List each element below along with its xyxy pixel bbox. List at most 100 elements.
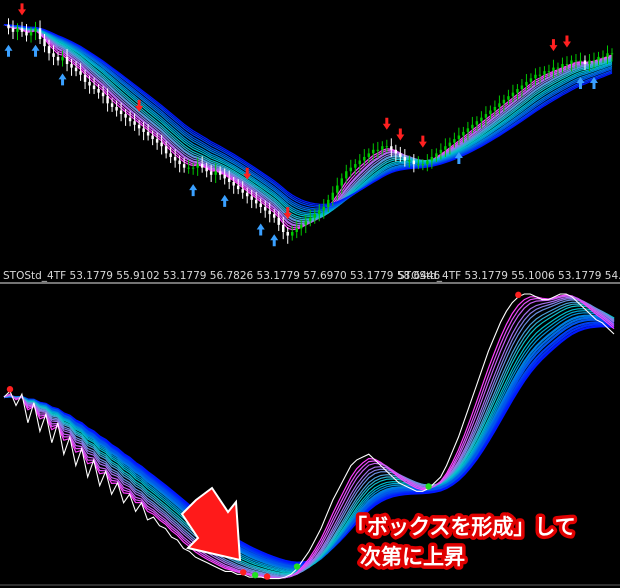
candle-body	[322, 206, 325, 211]
red-arrow-icon	[180, 486, 242, 562]
candle-body	[358, 160, 362, 165]
candle-body	[133, 121, 136, 125]
candle-body	[232, 181, 235, 186]
candle-body	[376, 149, 380, 151]
candle-body	[435, 153, 438, 157]
candle-body	[309, 217, 312, 222]
candle-body	[187, 167, 190, 169]
indicator-label-right: STOStd_4TF 53.1779 55.1006 53.1779 54.38…	[398, 270, 620, 282]
candle-body	[11, 28, 15, 32]
candle-body	[516, 89, 519, 93]
candle-body	[543, 71, 546, 75]
ma-ribbon-line	[3, 24, 613, 223]
candle-body	[552, 67, 555, 72]
candle-body	[209, 171, 213, 175]
candle-body	[291, 232, 294, 236]
ma-ribbon-line	[3, 24, 613, 226]
candle-body	[146, 131, 150, 136]
candle-body	[196, 164, 199, 168]
candle-body	[119, 110, 123, 115]
candle-body	[534, 74, 537, 79]
candle-body	[556, 67, 560, 69]
candle-body	[182, 164, 186, 168]
candle-body	[20, 28, 24, 32]
candle-body	[313, 214, 316, 218]
candle-body	[169, 153, 172, 157]
candle-body	[507, 96, 510, 100]
candle-body	[574, 60, 578, 62]
candle-body	[439, 149, 443, 154]
sell-arrow-icon	[396, 128, 405, 141]
candle-body	[29, 31, 33, 36]
buy-arrow-icon	[270, 234, 279, 247]
candle-body	[520, 85, 524, 90]
sell-arrow-icon	[382, 117, 391, 130]
ma-ribbon-line	[3, 24, 613, 213]
price-panel	[3, 3, 614, 247]
candle-body	[327, 199, 330, 207]
candle-body	[92, 85, 96, 90]
candle-body	[304, 221, 307, 225]
candle-body	[115, 106, 118, 111]
candle-body	[331, 192, 334, 200]
candle-body	[408, 160, 411, 162]
ma-ribbon-line	[3, 24, 613, 222]
candle-body	[525, 81, 528, 86]
candle-body	[588, 60, 591, 65]
candle-body	[137, 124, 141, 129]
candle-body	[583, 60, 587, 65]
candle-body	[381, 146, 384, 150]
candle-body	[259, 203, 262, 207]
candle-body	[475, 121, 479, 125]
buy-arrow-icon	[31, 44, 40, 57]
candle-body	[277, 217, 280, 225]
candle-body	[106, 96, 109, 104]
candle-body	[245, 192, 249, 197]
candle-body	[97, 89, 100, 93]
candle-body	[367, 153, 371, 157]
candle-body	[223, 174, 226, 179]
candle-body	[295, 228, 298, 232]
candle-body	[385, 146, 389, 148]
candle-body	[466, 128, 470, 132]
trading-chart: STOStd_4TF 53.1779 55.9102 53.1779 56.78…	[0, 3, 620, 586]
candle-body	[511, 92, 515, 97]
peak-dot	[240, 569, 247, 576]
candle-body	[340, 178, 344, 186]
candle-body	[592, 60, 596, 62]
candle-body	[79, 71, 82, 75]
candle-body	[286, 232, 289, 236]
candle-body	[83, 74, 87, 82]
candle-body	[56, 56, 60, 61]
ma-ribbon-line	[3, 24, 613, 225]
candle-body	[155, 139, 159, 143]
candle-body	[372, 149, 375, 154]
candle-body	[412, 160, 416, 165]
candle-body	[47, 46, 51, 54]
candle-body	[349, 167, 353, 172]
candle-body	[34, 28, 37, 32]
candle-body	[61, 56, 64, 61]
candle-body	[88, 81, 91, 86]
candle-body	[300, 224, 303, 229]
candle-body	[570, 60, 573, 65]
ma-ribbon-line	[3, 24, 613, 210]
candle-body	[160, 142, 163, 147]
candle-body	[101, 92, 105, 97]
candle-body	[52, 53, 55, 57]
candle-body	[394, 149, 398, 154]
candle-body	[70, 64, 73, 68]
candle-body	[336, 185, 339, 193]
candle-body	[142, 128, 145, 132]
candle-body	[74, 67, 78, 72]
candle-body	[173, 156, 177, 161]
indicator-label-left: STOStd_4TF 53.1779 55.9102 53.1779 56.78…	[3, 270, 441, 282]
candle-body	[191, 167, 195, 169]
candle-body	[565, 64, 569, 66]
candle-body	[601, 56, 605, 58]
candle-body	[606, 53, 609, 57]
candle-body	[345, 171, 348, 179]
candle-body	[7, 24, 10, 29]
candle-body	[25, 31, 28, 36]
candle-body	[124, 114, 127, 118]
